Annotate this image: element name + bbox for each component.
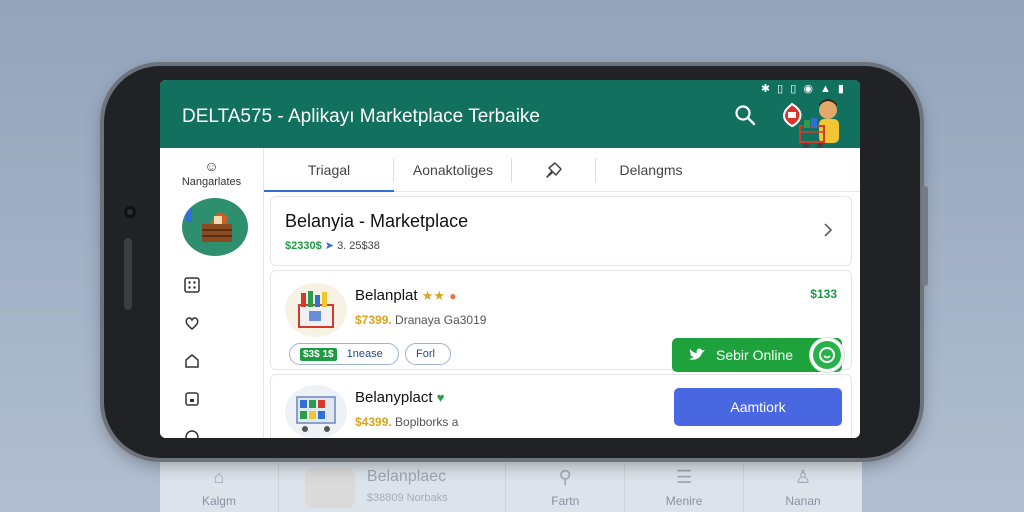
product-title: Belanplat ★★ ● (355, 287, 456, 304)
bottom-nav-search-label: Fartn (551, 494, 580, 508)
pill-text: 1nease (346, 348, 383, 360)
sidebar-header[interactable]: ☺ Nangarlates (160, 148, 263, 188)
sidebar-item-profile[interactable] (160, 418, 263, 438)
status-bar: ✱ ▯ ▯ ◉ ▲ ▮ (760, 83, 846, 95)
product-thumbnail (285, 385, 347, 438)
badge-icon: ● (449, 289, 457, 303)
product-desc: Boplborks a (395, 415, 459, 429)
chat-icon: ☺ (204, 158, 219, 174)
bottom-nav-home[interactable]: ⌂ Kalgm (160, 456, 279, 512)
grid-icon (184, 277, 200, 293)
bird-icon (689, 348, 705, 360)
phone-frame: ✱ ▯ ▯ ◉ ▲ ▮ DELTA575 - Aplikayı Marketpl… (104, 66, 928, 458)
store-avatar[interactable] (182, 198, 248, 256)
bottom-nav-home-label: Kalgm (201, 494, 236, 508)
product-desc: Dranaya Ga3019 (395, 313, 487, 327)
pill-badge: $3$ 1$ (300, 347, 337, 361)
basket-icon (186, 208, 232, 242)
featured-subtitle: $2330$ ➤ 3. 25$38 (285, 239, 380, 252)
circle-icon (185, 430, 199, 438)
search-icon[interactable] (734, 104, 756, 126)
featured-price: $2330$ (285, 240, 322, 252)
product-rating: $4399. (355, 415, 392, 429)
bottom-product-title: Belanplaec (366, 468, 447, 485)
product-price: $133 (810, 287, 837, 301)
home-icon (185, 354, 199, 368)
pill2-text: Forl (416, 348, 435, 360)
option-pill[interactable]: Forl (405, 343, 451, 365)
tag-icon: ➤ (324, 240, 338, 252)
product-title: Belanyplact ♥ (355, 389, 444, 406)
product-thumbnail (285, 283, 347, 337)
app-bar: ✱ ▯ ▯ ◉ ▲ ▮ DELTA575 - Aplikayı Marketpl… (160, 80, 860, 149)
shopping-basket-icon (298, 291, 334, 328)
heart-icon (185, 317, 199, 330)
camera-icon (124, 206, 136, 218)
power-button[interactable] (922, 186, 928, 286)
box-icon (185, 392, 199, 406)
chat-bubble-icon[interactable] (810, 338, 844, 372)
amount-button-label: Aamtiork (730, 399, 786, 415)
tab-label: Aonaktoliges (412, 161, 494, 178)
sidebar-item-favorites[interactable] (160, 304, 263, 342)
quantity-pill[interactable]: $3$ 1$ 1nease (289, 343, 399, 365)
shelf-cart-icon (296, 396, 336, 432)
app-title: DELTA575 - Aplikayı Marketplace Terbaike (182, 106, 541, 127)
home-icon: ⌂ (213, 467, 225, 487)
bottom-nav-reflection: ⌂ Kalgm Belanplaec $38809 Norbaks ⚲ Fart… (160, 456, 862, 512)
sidebar-header-label: Nangarlates (181, 176, 242, 188)
search-icon: ⚲ (558, 467, 572, 487)
product-thumbnail (304, 468, 355, 508)
bottom-nav-profile[interactable]: ♙ Nanan (744, 456, 862, 512)
speaker-grille (124, 238, 132, 310)
tab-pin[interactable] (512, 148, 596, 191)
pin-icon (546, 161, 562, 178)
tab-aonaktoliges[interactable]: Aonaktoliges (394, 148, 512, 191)
product-meta: $4399. Boplborks a (355, 415, 458, 429)
featured-title: Belanyia - Marketplace (285, 211, 469, 231)
bottom-nav-search[interactable]: ⚲ Fartn (506, 456, 626, 512)
chevron-right-icon[interactable] (821, 221, 835, 239)
bottom-nav-profile-label: Nanan (785, 494, 821, 508)
bottom-nav-menu[interactable]: ☰ Menire (625, 456, 745, 512)
tab-label: Triagal (307, 161, 351, 178)
tab-label: Delangms (619, 161, 683, 178)
product-title-text: Belanyplact (355, 389, 433, 406)
bottom-product-sub: $38809 Norbaks (366, 492, 448, 504)
tab-delangms[interactable]: Delangms (596, 148, 706, 191)
sidebar: ☺ Nangarlates (160, 148, 264, 438)
online-button[interactable]: Sebir Online (672, 338, 844, 372)
bottom-nav-menu-label: Menire (665, 494, 703, 508)
sidebar-item-home[interactable] (160, 342, 263, 380)
online-button-label: Sebir Online (716, 347, 794, 363)
bottom-nav-product[interactable]: Belanplaec $38809 Norbaks (279, 456, 507, 512)
smile-icon (819, 347, 835, 363)
tab-bar: Triagal Aonaktoliges Delangms (264, 148, 860, 192)
user-icon: ♙ (794, 467, 812, 487)
shopper-mascot-icon (799, 99, 839, 149)
verified-heart-icon: ♥ (436, 390, 445, 405)
stars-icon: ★★ (421, 288, 446, 303)
product-title-text: Belanplat (355, 287, 418, 304)
amount-button[interactable]: Aamtiork (674, 388, 842, 426)
featured-card[interactable]: Belanyia - Marketplace $2330$ ➤ 3. 25$38 (270, 196, 852, 266)
app-screen: ✱ ▯ ▯ ◉ ▲ ▮ DELTA575 - Aplikayı Marketpl… (160, 80, 860, 438)
menu-icon: ☰ (676, 467, 693, 487)
featured-meta: 3. 25$38 (337, 240, 380, 252)
sidebar-item-orders[interactable] (160, 380, 263, 418)
sidebar-item-grid[interactable] (160, 266, 263, 304)
product-meta: $7399. Dranaya Ga3019 (355, 313, 486, 327)
tab-triagal[interactable]: Triagal (264, 148, 394, 192)
product-rating: $7399. (355, 313, 392, 327)
